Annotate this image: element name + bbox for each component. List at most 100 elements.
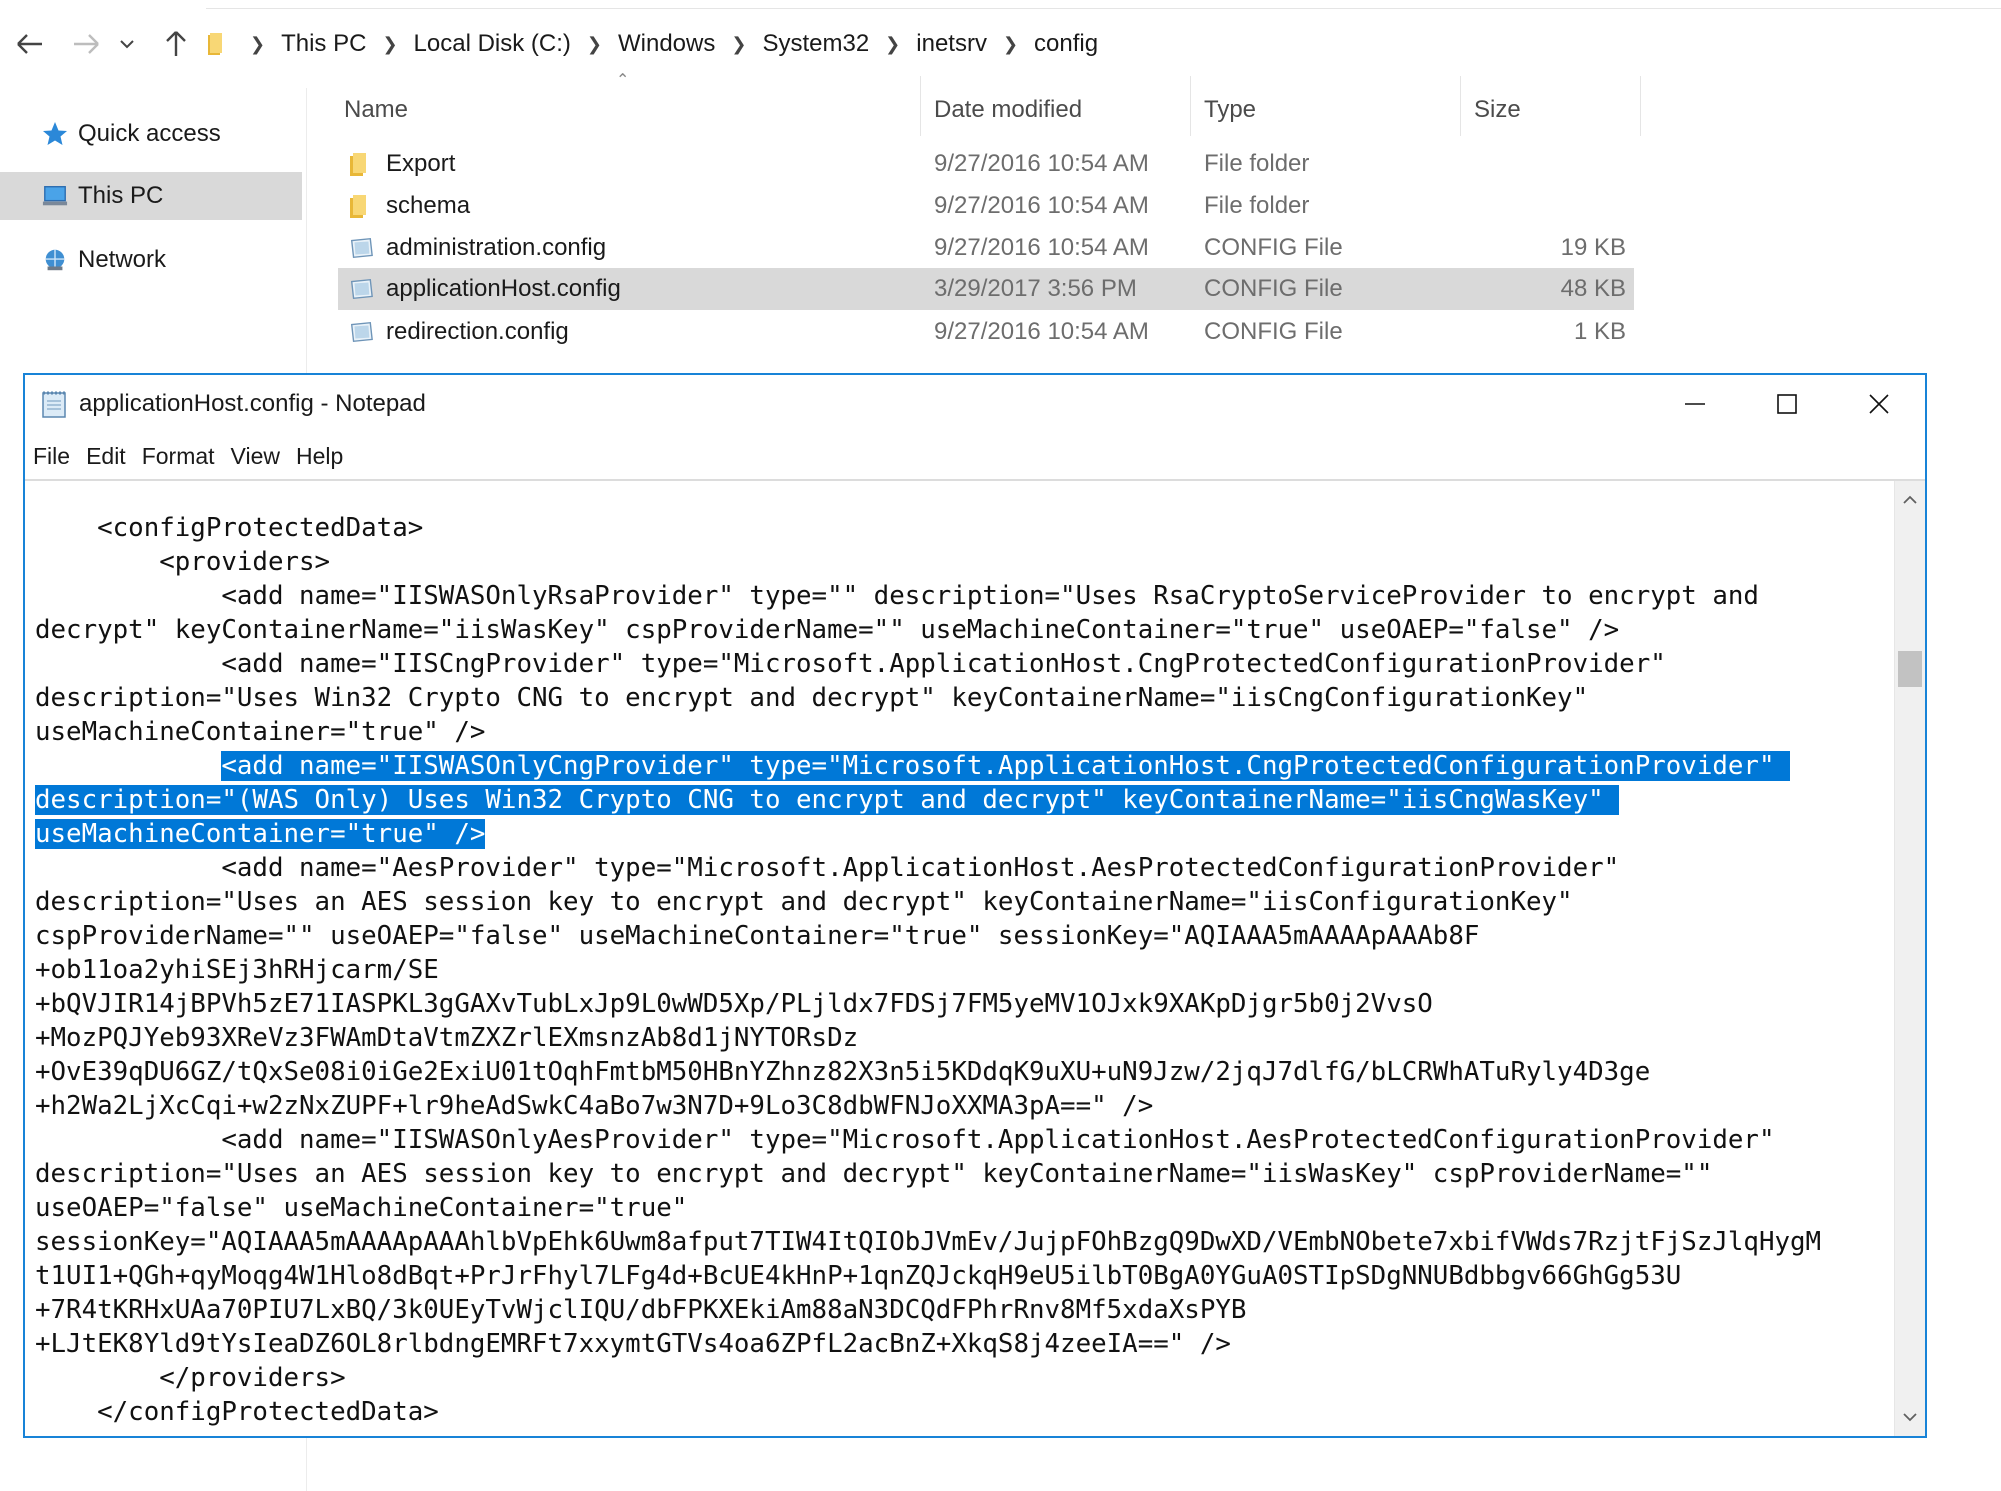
scroll-down-button[interactable]: [1895, 1402, 1925, 1432]
text-line: <configProtectedData>: [35, 513, 424, 543]
chevron-right-icon[interactable]: ❯: [731, 34, 746, 55]
file-name: schema: [386, 192, 471, 219]
file-row-schema[interactable]: schema 9/27/2016 10:54 AM File folder: [338, 186, 1634, 226]
window-title: applicationHost.config - Notepad: [79, 390, 426, 417]
column-header-name[interactable]: Name: [344, 86, 408, 134]
text-line: +OvE39qDU6GZ/tQxSe08i0iGe2ExiU01tOqhFmtb…: [35, 1057, 1651, 1087]
chevron-up-icon: [1903, 495, 1917, 504]
text-line: decrypt" keyContainerName="iisWasKey" cs…: [35, 615, 1620, 645]
nav-item-quick-access[interactable]: Quick access: [0, 110, 302, 158]
file-row-administration-config[interactable]: administration.config 9/27/2016 10:54 AM…: [338, 228, 1634, 268]
file-type: CONFIG File: [1204, 275, 1343, 302]
breadcrumb-inetsrv[interactable]: inetsrv: [912, 30, 991, 58]
chevron-right-icon[interactable]: ❯: [250, 34, 265, 55]
nav-item-this-pc[interactable]: This PC: [0, 172, 302, 220]
nav-item-label: Network: [78, 246, 167, 273]
maximize-button[interactable]: [1741, 375, 1833, 433]
file-row-applicationhost-config[interactable]: applicationHost.config 3/29/2017 3:56 PM…: [338, 268, 1634, 310]
selected-text-line: description="(WAS Only) Uses Win32 Crypt…: [35, 783, 1895, 817]
text-line: +LJtEK8Yld9tYsIeaDZ6OL8rlbdngEMRFt7xxymt…: [35, 1329, 1231, 1359]
nav-item-network[interactable]: Network: [0, 236, 302, 284]
nav-item-label: This PC: [78, 182, 164, 209]
chevron-right-icon[interactable]: ❯: [382, 34, 397, 55]
file-type: CONFIG File: [1204, 318, 1343, 345]
minimize-icon: [1685, 403, 1705, 405]
breadcrumb-config[interactable]: config: [1030, 30, 1102, 58]
column-divider[interactable]: [1640, 76, 1641, 136]
folder-icon: [348, 150, 374, 178]
chevron-right-icon[interactable]: ❯: [885, 34, 900, 55]
column-divider[interactable]: [1190, 76, 1191, 136]
file-size: 19 KB: [1560, 234, 1626, 261]
close-button[interactable]: [1833, 375, 1925, 433]
vertical-scrollbar[interactable]: [1894, 481, 1925, 1436]
arrow-up-icon: [166, 31, 186, 56]
file-name: redirection.config: [386, 318, 569, 345]
maximize-icon: [1777, 394, 1797, 414]
back-button[interactable]: [6, 18, 54, 70]
text-line: <add name="IISWASOnlyAesProvider" type="…: [35, 1125, 1775, 1155]
computer-icon: [42, 183, 68, 209]
file-type: File folder: [1204, 192, 1310, 219]
selected-text: useMachineContainer="true" />: [35, 819, 486, 849]
arrow-left-icon: [17, 34, 42, 54]
folder-icon: [348, 192, 374, 220]
menu-format[interactable]: Format: [142, 443, 215, 470]
nav-item-label: Quick access: [78, 120, 221, 147]
file-size: 1 KB: [1573, 318, 1626, 345]
star-icon: [42, 121, 68, 147]
selected-text-line: useMachineContainer="true" />: [35, 817, 1895, 851]
chevron-right-icon[interactable]: ❯: [587, 34, 602, 55]
column-header-size[interactable]: Size: [1474, 86, 1521, 134]
column-header-date[interactable]: Date modified: [934, 86, 1082, 134]
breadcrumb-system32[interactable]: System32: [758, 30, 873, 58]
file-date: 9/27/2016 10:54 AM: [934, 192, 1149, 219]
menu-view[interactable]: View: [231, 443, 280, 470]
breadcrumb-windows[interactable]: Windows: [614, 30, 719, 58]
file-row-redirection-config[interactable]: redirection.config 9/27/2016 10:54 AM CO…: [338, 312, 1634, 352]
chevron-right-icon[interactable]: ❯: [1003, 34, 1018, 55]
text-line: +MozPQJYeb93XReVz3FWAmDtaVtmZXZrlEXmsnzA…: [35, 1023, 859, 1053]
recent-locations-button[interactable]: [112, 18, 142, 70]
column-divider[interactable]: [1460, 76, 1461, 136]
breadcrumb-this-pc[interactable]: This PC: [277, 30, 370, 58]
column-header-type[interactable]: Type: [1204, 86, 1256, 134]
file-size: 48 KB: [1560, 275, 1626, 302]
text-line: </configProtectedData>: [35, 1397, 439, 1427]
text-line: +h2Wa2LjXcCqi+w2zNxZUPF+lr9heAdSwkC4aBo7…: [35, 1091, 1154, 1121]
editor-content: <configProtectedData> <providers> <add n…: [35, 511, 1895, 1429]
text-line: description="Uses Win32 Crypto CNG to en…: [35, 683, 1589, 713]
menu-help[interactable]: Help: [296, 443, 343, 470]
file-type: CONFIG File: [1204, 234, 1343, 261]
text-line: +bQVJIR14jBPVh5zE71IASPKL3gGAXvTubLxJp9L…: [35, 989, 1433, 1019]
config-file-icon: [348, 234, 374, 262]
forward-button[interactable]: [62, 18, 110, 70]
notepad-window: applicationHost.config - Notepad File Ed…: [23, 373, 1927, 1438]
notepad-title-bar[interactable]: applicationHost.config - Notepad: [25, 375, 1925, 433]
minimize-button[interactable]: [1649, 375, 1741, 433]
file-type: File folder: [1204, 150, 1310, 177]
chevron-down-icon: [1903, 1413, 1917, 1422]
menu-file[interactable]: File: [33, 443, 70, 470]
scroll-up-button[interactable]: [1895, 485, 1925, 515]
column-divider[interactable]: [920, 76, 921, 136]
notepad-icon: [39, 388, 69, 420]
text-line: description="Uses an AES session key to …: [35, 887, 1573, 917]
file-row-export[interactable]: Export 9/27/2016 10:54 AM File folder: [338, 144, 1634, 184]
scrollbar-thumb[interactable]: [1898, 651, 1922, 687]
breadcrumb: ❯ This PC ❯ Local Disk (C:) ❯ Windows ❯ …: [206, 0, 2001, 88]
file-name: Export: [386, 150, 456, 177]
text-editor[interactable]: <configProtectedData> <providers> <add n…: [25, 481, 1895, 1436]
file-date: 9/27/2016 10:54 AM: [934, 318, 1149, 345]
text-line: </providers>: [35, 1363, 346, 1393]
selected-text: description="(WAS Only) Uses Win32 Crypt…: [35, 785, 1620, 815]
file-date: 9/27/2016 10:54 AM: [934, 234, 1149, 261]
text-line: useOAEP="false" useMachineContainer="tru…: [35, 1193, 688, 1223]
up-button[interactable]: [152, 18, 200, 70]
breadcrumb-local-disk[interactable]: Local Disk (C:): [410, 30, 575, 58]
selected-text: <add name="IISWASOnlyCngProvider" type="…: [221, 751, 1791, 781]
network-icon: [42, 247, 68, 273]
menu-edit[interactable]: Edit: [86, 443, 126, 470]
text-line: description="Uses an AES session key to …: [35, 1159, 1713, 1189]
